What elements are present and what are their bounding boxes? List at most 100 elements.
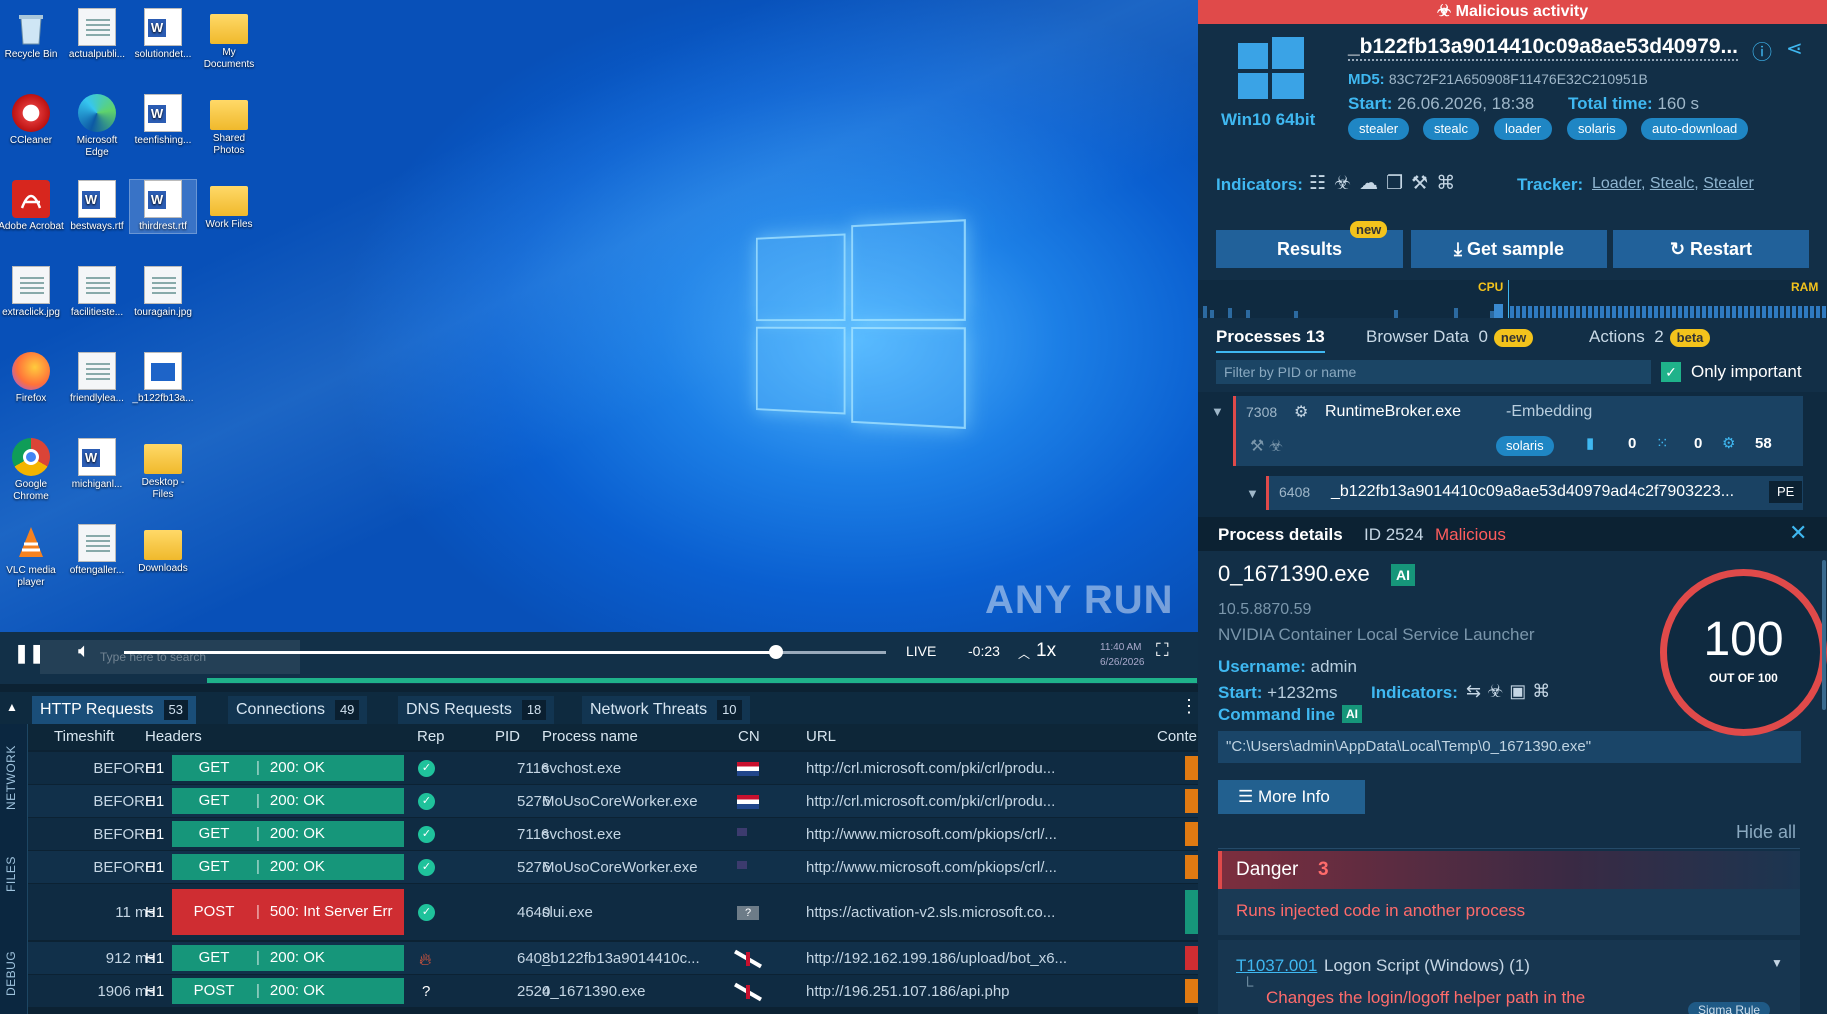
desktop-icon-ccleaner[interactable]: CCleaner [0,94,64,147]
acrobat-icon [12,180,50,218]
desktop-icon-oftengaller[interactable]: oftengaller... [64,524,130,577]
sigma-rule-badge[interactable]: Sigma Rule [1688,1002,1770,1014]
tag-loader[interactable]: loader [1494,118,1552,140]
only-important-checkbox[interactable]: ✓ [1661,362,1681,382]
desktop-icon-edge[interactable]: Microsoft Edge [64,94,130,159]
cpu-label: CPU [1478,280,1503,294]
desktop-icon-facilitieste[interactable]: facilitieste... [64,266,130,319]
live-label[interactable]: LIVE [906,643,936,659]
pause-icon[interactable]: ❚❚ [14,643,44,664]
tab-browser-data[interactable]: Browser Data 0 new [1366,327,1533,347]
request-status-badge[interactable]: POST | 200: OK [172,978,404,1004]
desktop-icon-extraclick[interactable]: extraclick.jpg [0,266,64,319]
executable-icon [144,352,182,390]
chevron-down-icon[interactable]: ▼ [1211,404,1224,419]
desktop-icon-shared-photos[interactable]: Shared Photos [196,94,262,157]
ai-badge[interactable]: AI [1342,705,1362,723]
share-icon[interactable]: ⋖ [1786,36,1803,61]
table-row[interactable]: 1906 ms H1 POST | 200: OK? 2524 0_1671390.exe h… [28,975,1198,1007]
desktop-icon-downloads[interactable]: Downloads [130,524,196,575]
desktop-icon-recycle-bin[interactable]: Recycle Bin [0,8,64,61]
desktop-icon-vlc[interactable]: VLC media player [0,524,64,589]
desktop-icon-adobe-acrobat[interactable]: Adobe Acrobat [0,180,64,233]
exe-icon: ▣ [1509,681,1532,701]
danger-section-header[interactable]: Danger 3 [1218,851,1800,889]
table-row[interactable]: 912 ms H1 GET | 200: OK 🔥︎ 6408 _b122fb13a90144… [28,942,1198,974]
desktop-icon-friendlylea[interactable]: friendlylea... [64,352,130,405]
mitre-id-link[interactable]: T1037.001 [1236,956,1317,976]
close-icon[interactable]: ✕ [1789,520,1807,546]
process-item-6408[interactable]: 6408 _b122fb13a9014410c09a8ae53d40979ad4… [1266,476,1803,510]
speed-control[interactable]: 1x [1036,640,1056,662]
tab-actions[interactable]: Actions 2 beta [1589,327,1710,347]
ai-badge[interactable]: AI [1391,564,1415,586]
desktop-icon-bestways[interactable]: bestways.rtf [64,180,130,233]
table-row[interactable]: BEFORE H1 GET | 200: OK ✓ 7116 svchost.exe http:… [28,818,1198,850]
md5-value[interactable]: 83C72F21A650908F11476E32C210951B [1389,71,1648,87]
desktop-icon-solutiondet[interactable]: solutiondet... [130,8,196,61]
verdict-banner: ☣ Malicious activity [1198,0,1827,24]
timeline-handle[interactable] [769,645,783,659]
request-status-badge[interactable]: POST | 500: Int Server Err [172,889,404,935]
protocol-cell: H1 [145,760,164,777]
restart-button[interactable]: ↻ Restart [1613,230,1809,268]
request-status-badge[interactable]: GET | 200: OK [172,755,404,781]
indicators-label: Indicators: [1216,175,1303,195]
table-row[interactable]: BEFORE H1 GET | 200: OK ✓ 5276 MoUsoCoreWorker.… [28,785,1198,817]
details-scrollbar[interactable] [1822,560,1826,710]
indicator-icons[interactable]: ☷☣☁❐⚒⌘ [1309,172,1463,195]
side-tab-network[interactable]: NETWORK [4,745,18,810]
table-row[interactable]: BEFORE H1 GET | 200: OK ✓ 5276 MoUsoCoreWorker.… [28,851,1198,883]
tracker-loader-link[interactable]: Loader [1592,175,1641,192]
desktop-icon-thirdrest[interactable]: thirdrest.rtf [130,180,196,233]
side-tab-debug[interactable]: DEBUG [4,951,18,996]
desktop-icon-michiganl[interactable]: michiganl... [64,438,130,491]
hide-all-link[interactable]: Hide all [1736,822,1796,843]
tag-stealer[interactable]: stealer [1348,118,1409,140]
tracker-stealer-link[interactable]: Stealer [1703,175,1754,192]
table-row[interactable]: BEFORE H1 GET | 200: OK ✓ 7116 svchost.exe http:… [28,752,1198,784]
desktop-icon-actualpubli[interactable]: actualpubli... [64,8,130,61]
collapse-icon[interactable]: ▲ [6,700,18,714]
tag-auto-download[interactable]: auto-download [1641,118,1748,140]
desktop-icon-touragain[interactable]: touragain.jpg [130,266,196,319]
side-tab-files[interactable]: FILES [4,856,18,892]
desktop-icon-my-documents[interactable]: My Documents [196,8,262,71]
request-status-badge[interactable]: GET | 200: OK [172,854,404,880]
command-line-value[interactable]: "C:\Users\admin\AppData\Local\Temp\0_167… [1218,731,1801,763]
desktop-icon-firefox[interactable]: Firefox [0,352,64,405]
tag-stealc[interactable]: stealc [1423,118,1479,140]
tracker-stealc-link[interactable]: Stealc [1650,175,1694,192]
table-row[interactable]: 11 ms H1 POST | 500: Int Server Err ✓ 4640 slui… [28,884,1198,940]
tag-solaris[interactable]: solaris [1567,118,1627,140]
tab-connections[interactable]: Connections 49 [228,696,367,724]
request-status-badge[interactable]: GET | 200: OK [172,945,404,971]
danger-item[interactable]: Runs injected code in another process [1218,889,1800,935]
desktop-icon-desktop-files[interactable]: Desktop - Files [130,438,196,501]
tab-http-requests[interactable]: HTTP Requests 53 [32,696,196,724]
desktop-icon-work-files[interactable]: Work Files [196,180,262,231]
chevron-down-icon[interactable]: ▼ [1771,956,1783,970]
chevron-down-icon[interactable]: ▼ [1246,486,1259,501]
more-menu-icon[interactable]: ⋮ [1180,696,1198,717]
tab-network-threats[interactable]: Network Threats 10 [582,696,750,724]
get-sample-button[interactable]: ⤓ Get sample [1411,230,1607,268]
info-icon[interactable]: ⓘ [1752,36,1772,65]
desktop-icon-teenfishing[interactable]: teenfishing... [130,94,196,147]
reputation-safe-icon: ✓ [418,859,435,876]
process-indicator-icons[interactable]: ⇆☣▣⌘ [1466,681,1556,702]
desktop-icon-google-chrome[interactable]: Google Chrome [0,438,64,503]
mitre-technique-item[interactable]: T1037.001 Logon Script (Windows) (1) ▼ └… [1218,940,1800,1014]
volume-icon[interactable]: 🔈︎ [78,640,90,663]
tab-processes[interactable]: Processes 13 [1216,327,1325,353]
process-item-7308[interactable]: 7308 ⚙ RuntimeBroker.exe -Embedding ⚒ ☣ … [1233,396,1803,466]
request-status-badge[interactable]: GET | 200: OK [172,821,404,847]
request-status-badge[interactable]: GET | 200: OK [172,788,404,814]
tab-dns-requests[interactable]: DNS Requests 18 [398,696,554,724]
process-filter-input[interactable]: Filter by PID or name [1216,360,1651,384]
sample-filename[interactable]: _b122fb13a9014410c09a8ae53d40979... [1348,35,1738,61]
desktop-icon-b122fb13a[interactable]: _b122fb13a... [130,352,196,405]
fullscreen-icon[interactable]: ⛶ [1156,640,1169,661]
chevron-up-icon[interactable]: ︿ [1018,645,1030,662]
more-info-button[interactable]: ☰ More Info [1218,780,1365,814]
